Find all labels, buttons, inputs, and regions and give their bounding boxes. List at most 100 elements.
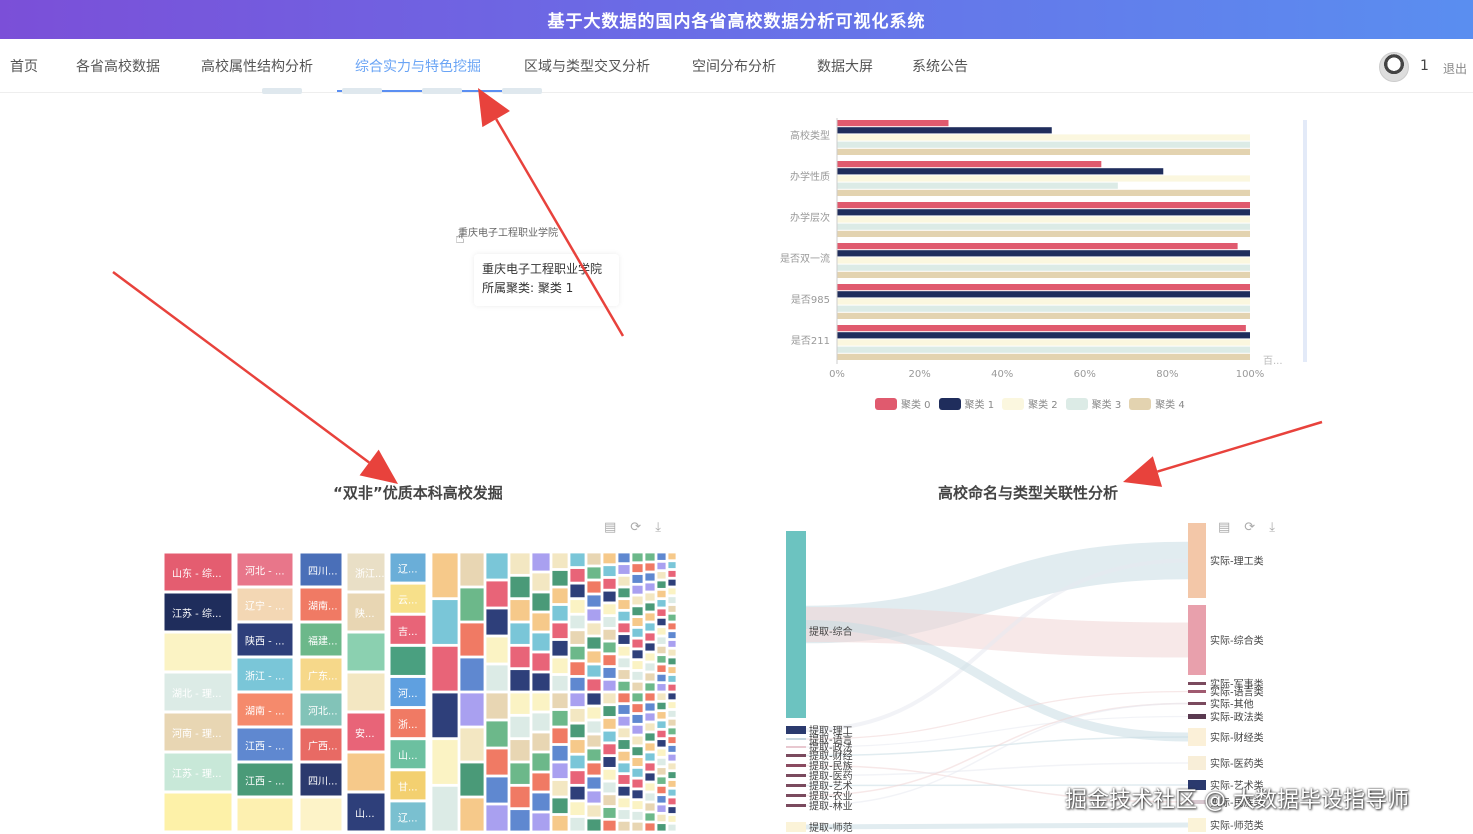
treemap-tile[interactable] <box>667 692 677 701</box>
treemap-tile[interactable] <box>631 627 644 638</box>
treemap-tile[interactable] <box>586 734 602 748</box>
treemap-tile[interactable] <box>667 771 677 779</box>
treemap-tile[interactable] <box>569 614 586 630</box>
treemap-tile[interactable] <box>631 735 644 746</box>
treemap-tile[interactable] <box>163 632 233 672</box>
treemap-tile[interactable] <box>617 645 631 657</box>
legend-item[interactable]: 聚类 1 <box>938 396 994 411</box>
treemap-tile[interactable] <box>602 705 617 717</box>
treemap-tile[interactable] <box>586 818 602 832</box>
treemap-tile[interactable] <box>631 811 644 821</box>
treemap-tile[interactable] <box>644 742 656 752</box>
treemap-tile[interactable] <box>667 823 677 832</box>
treemap-tile[interactable] <box>531 792 551 812</box>
treemap-tile[interactable] <box>569 677 586 692</box>
treemap-tile[interactable] <box>644 692 656 702</box>
sankey-link[interactable] <box>805 762 1189 777</box>
treemap-tile[interactable] <box>644 712 656 722</box>
treemap-tile[interactable] <box>551 552 569 569</box>
treemap-tile[interactable] <box>656 580 667 589</box>
treemap-tile[interactable] <box>656 571 667 580</box>
treemap-tile[interactable] <box>631 789 644 800</box>
treemap-tile[interactable] <box>602 794 617 806</box>
treemap-tile[interactable] <box>667 640 677 648</box>
treemap-tile[interactable] <box>569 723 586 739</box>
download-icon[interactable]: ⤓ <box>655 520 661 535</box>
treemap-tile[interactable] <box>631 584 644 595</box>
treemap-tile[interactable] <box>656 757 667 767</box>
treemap-tile[interactable] <box>586 650 602 664</box>
treemap-tile[interactable] <box>656 823 667 832</box>
treemap-tile[interactable] <box>631 778 644 789</box>
treemap-tile[interactable] <box>602 743 617 756</box>
treemap-tile[interactable] <box>586 622 602 636</box>
treemap-tile[interactable] <box>656 692 667 701</box>
treemap-tile[interactable] <box>459 797 485 832</box>
treemap-tile[interactable] <box>346 632 386 672</box>
treemap-tile[interactable] <box>586 706 602 720</box>
treemap-tile[interactable] <box>656 776 667 785</box>
bar[interactable] <box>837 339 1250 346</box>
treemap-tile[interactable] <box>509 785 531 809</box>
treemap-tile[interactable] <box>569 708 586 723</box>
treemap-tile[interactable] <box>551 587 569 604</box>
treemap-tile[interactable] <box>531 632 551 652</box>
treemap-tile[interactable] <box>586 608 602 622</box>
treemap-tile[interactable] <box>656 813 667 823</box>
treemap-tile[interactable] <box>431 692 459 739</box>
treemap-tile[interactable] <box>551 745 569 762</box>
nav-dashboard[interactable]: 数据大屏 <box>817 39 873 93</box>
scatter-legend-item[interactable] <box>502 88 542 94</box>
logout-link[interactable]: 退出 <box>1443 60 1467 77</box>
treemap-tile[interactable] <box>509 762 531 785</box>
treemap-tile[interactable] <box>602 718 617 730</box>
treemap-tile[interactable] <box>602 667 617 679</box>
treemap-tile[interactable] <box>667 745 677 753</box>
treemap-tile[interactable] <box>617 680 631 692</box>
bar[interactable] <box>837 223 1250 230</box>
treemap-tile[interactable] <box>569 739 586 754</box>
treemap-tile[interactable] <box>667 613 677 622</box>
treemap-tile[interactable] <box>656 804 667 813</box>
treemap-tile[interactable] <box>531 752 551 772</box>
treemap-tile[interactable] <box>602 730 617 743</box>
treemap-tile[interactable] <box>602 768 617 781</box>
treemap-tile[interactable] <box>644 822 656 832</box>
treemap-tile[interactable] <box>667 596 677 604</box>
treemap-tile[interactable] <box>644 752 656 762</box>
treemap-tile[interactable] <box>617 587 631 599</box>
treemap-tile[interactable] <box>656 645 667 655</box>
treemap-tile[interactable] <box>459 692 485 727</box>
treemap-tile[interactable] <box>631 692 644 703</box>
treemap-tile[interactable] <box>485 636 509 664</box>
bar[interactable] <box>837 332 1250 339</box>
treemap-tile[interactable] <box>586 720 602 734</box>
treemap-tile[interactable] <box>586 776 602 790</box>
treemap-tile[interactable] <box>569 754 586 770</box>
treemap-tile[interactable] <box>617 715 631 727</box>
treemap-tile[interactable] <box>617 669 631 680</box>
bar[interactable] <box>837 127 1052 134</box>
treemap-tile[interactable] <box>656 636 667 645</box>
treemap-tile[interactable] <box>667 666 677 674</box>
treemap-tile[interactable] <box>569 785 586 801</box>
sankey-left-node[interactable] <box>786 531 806 718</box>
treemap-tile[interactable] <box>667 570 677 578</box>
treemap-tile[interactable] <box>531 612 551 632</box>
treemap-tile[interactable] <box>656 655 667 664</box>
treemap-tile[interactable] <box>586 594 602 608</box>
treemap-tile[interactable] <box>569 661 586 676</box>
sankey-left-node[interactable] <box>786 804 806 807</box>
bar[interactable] <box>837 202 1250 209</box>
treemap-tile[interactable] <box>586 552 602 566</box>
legend-item[interactable]: 聚类 0 <box>875 396 931 411</box>
treemap-tile[interactable] <box>644 612 656 622</box>
treemap-tile[interactable] <box>631 617 644 627</box>
treemap-tile[interactable] <box>551 640 569 657</box>
treemap-tile[interactable] <box>459 727 485 762</box>
treemap-tile[interactable] <box>551 675 569 692</box>
treemap-tile[interactable] <box>586 678 602 692</box>
treemap-tile[interactable] <box>667 736 677 744</box>
treemap-tile[interactable] <box>656 664 667 673</box>
treemap-tile[interactable] <box>617 634 631 645</box>
